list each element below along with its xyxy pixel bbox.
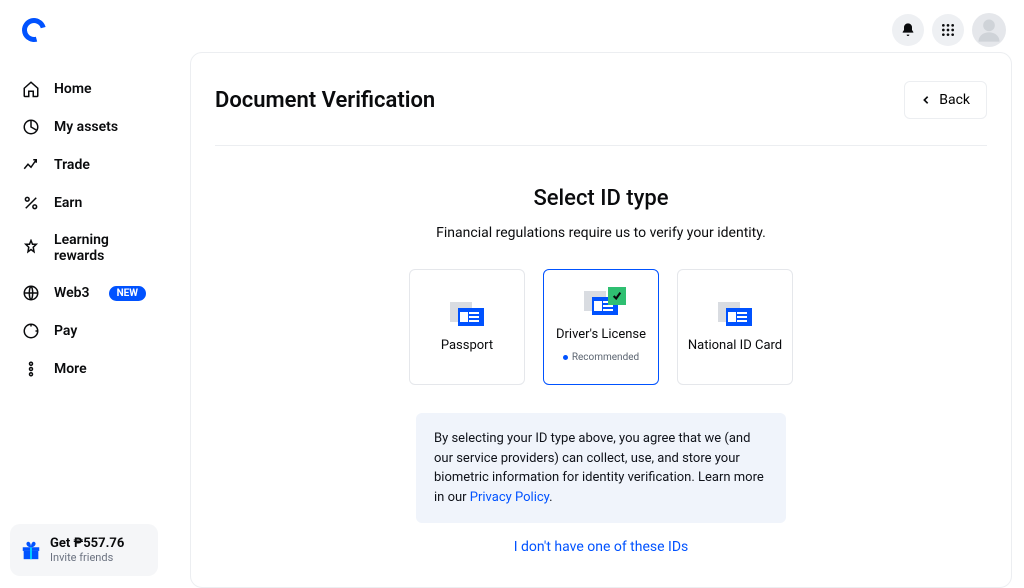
pay-icon	[22, 322, 40, 340]
sidebar: Home My assets Trade Earn Learning rewar…	[0, 60, 168, 588]
sidebar-item-label: More	[54, 361, 87, 377]
id-card-icon	[450, 302, 484, 328]
topbar	[0, 0, 1024, 60]
invite-title: Get ₱557.76	[50, 536, 124, 551]
id-option-passport[interactable]: Passport	[409, 269, 525, 385]
sidebar-item-label: My assets	[54, 119, 118, 135]
sidebar-item-label: Earn	[54, 195, 82, 211]
new-badge: NEW	[109, 286, 146, 301]
sidebar-item-assets[interactable]: My assets	[0, 108, 168, 146]
sidebar-item-trade[interactable]: Trade	[0, 146, 168, 184]
apps-button[interactable]	[932, 14, 964, 46]
home-icon	[22, 80, 40, 98]
content: Select ID type Financial regulations req…	[215, 146, 987, 555]
sidebar-item-more[interactable]: More	[0, 350, 168, 388]
invite-subtitle: Invite friends	[50, 551, 124, 564]
sidebar-item-learning[interactable]: Learning rewards	[0, 222, 168, 274]
sidebar-item-web3[interactable]: Web3 NEW	[0, 274, 168, 312]
notice-after: .	[549, 490, 552, 505]
invite-friends-card[interactable]: Get ₱557.76 Invite friends	[10, 524, 158, 576]
page-header: Document Verification Back	[215, 81, 987, 146]
bell-icon	[900, 22, 916, 38]
consent-notice: By selecting your ID type above, you agr…	[416, 413, 786, 523]
grid-icon	[940, 22, 956, 38]
trade-icon	[22, 156, 40, 174]
id-option-drivers-license[interactable]: Driver's License Recommended	[543, 269, 659, 385]
no-id-link[interactable]: I don't have one of these IDs	[215, 539, 987, 555]
sidebar-item-label: Web3	[54, 285, 90, 301]
back-button[interactable]: Back	[904, 81, 987, 119]
user-icon	[975, 16, 1003, 44]
reward-icon	[22, 239, 40, 257]
percent-icon	[22, 194, 40, 212]
content-subheading: Financial regulations require us to veri…	[215, 225, 987, 241]
pie-icon	[22, 118, 40, 136]
sidebar-item-label: Trade	[54, 157, 90, 173]
web3-icon	[22, 284, 40, 302]
id-option-label: Passport	[441, 338, 493, 353]
id-option-label: National ID Card	[688, 338, 782, 353]
id-option-label: Driver's License	[556, 327, 646, 342]
more-icon	[22, 360, 40, 378]
sidebar-item-label: Home	[54, 81, 92, 97]
avatar[interactable]	[972, 13, 1006, 47]
id-card-icon	[718, 302, 752, 328]
gift-icon	[20, 539, 42, 561]
check-icon	[608, 287, 626, 305]
notifications-button[interactable]	[892, 14, 924, 46]
id-option-national-id[interactable]: National ID Card	[677, 269, 793, 385]
sidebar-item-pay[interactable]: Pay	[0, 312, 168, 350]
recommended-badge: Recommended	[563, 352, 639, 363]
main-panel: Document Verification Back Select ID typ…	[190, 52, 1012, 588]
sidebar-item-earn[interactable]: Earn	[0, 184, 168, 222]
content-heading: Select ID type	[215, 186, 987, 211]
privacy-policy-link[interactable]: Privacy Policy	[470, 490, 549, 505]
sidebar-item-label: Learning rewards	[54, 232, 146, 264]
back-label: Back	[939, 92, 970, 108]
sidebar-item-home[interactable]: Home	[0, 70, 168, 108]
page-title: Document Verification	[215, 88, 435, 113]
chevron-left-icon	[921, 95, 931, 105]
id-cards: Passport Driver's License Recommended Na…	[215, 269, 987, 385]
sidebar-item-label: Pay	[54, 323, 77, 339]
id-card-icon	[584, 291, 618, 317]
